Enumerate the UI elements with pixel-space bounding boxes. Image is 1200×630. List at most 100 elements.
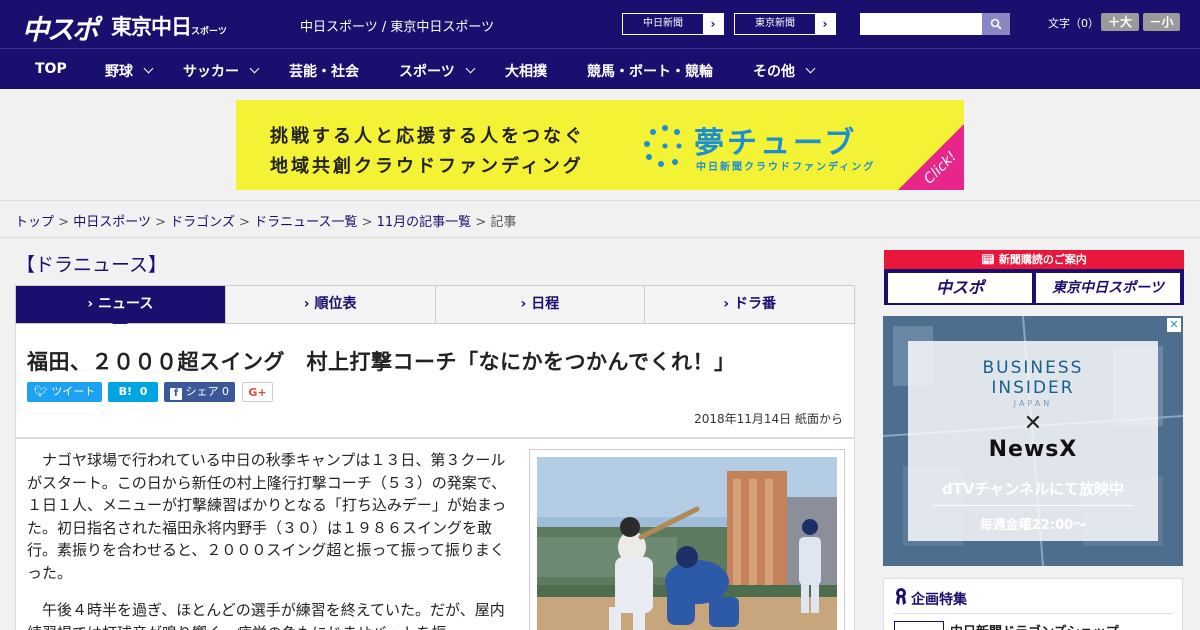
chuspo-logo[interactable]: 中スポ	[22, 8, 99, 47]
breadcrumb-sep: >	[475, 215, 487, 230]
article-paragraph-2: 午後４時半を過ぎ、ほとんどの選手が練習を終えていた。だが、屋内練習場では打球音が…	[27, 601, 505, 630]
main-nav: TOP 野球 サッカー 芸能・社会 スポーツ 大相撲 競馬・ボート・競輪 その他	[0, 48, 1200, 89]
dots-logo-icon	[644, 125, 682, 167]
nav-baseball[interactable]: 野球	[105, 61, 154, 81]
breadcrumb-dragons[interactable]: ドラゴンズ	[170, 215, 235, 230]
tab-standings[interactable]: › 順位表	[226, 286, 436, 323]
facebook-share-button[interactable]: f シェア 0	[164, 382, 235, 402]
chevron-down-icon	[465, 63, 476, 74]
font-size-label: 文字（0）	[1048, 17, 1099, 30]
tokyo-logo-text: 東京中日	[111, 15, 192, 39]
feature-box: 企画特集 中日新聞ドラゴンズショップ	[883, 578, 1183, 630]
tokyo-shimbun-link[interactable]: 東京新聞 ›	[734, 13, 836, 35]
ad-close-icon[interactable]: ✕	[1167, 318, 1181, 332]
ad-bi-line1: BUSINESS	[982, 358, 1084, 378]
subscription-box: 📰︎ 新聞購読のご案内 中スポ 東京中日スポーツ	[884, 250, 1184, 305]
search-icon	[990, 18, 1002, 30]
ad-schedule: 毎週金曜22:00〜	[979, 518, 1087, 533]
crowdfunding-banner[interactable]: 挑戦する人と応援する人をつなぐ 地域共創クラウドファンディング 夢チューブ 中日…	[236, 100, 964, 190]
breadcrumb-top[interactable]: トップ	[15, 215, 54, 230]
chevron-down-icon	[143, 63, 154, 74]
article-headline: 福田、２０００超スイング 村上打撃コーチ「なにかをつかんでくれ！」	[27, 350, 736, 374]
ad-cross-icon: ✕	[1023, 411, 1043, 436]
subscribe-chuspo-button[interactable]: 中スポ	[888, 273, 1032, 303]
breadcrumb-bar: トップ > 中日スポーツ > ドラゴンズ > ドラニュース一覧 > 11月の記事…	[0, 200, 1200, 238]
nav-entertainment[interactable]: 芸能・社会	[289, 61, 359, 81]
ad-bi-japan: JAPAN	[1013, 399, 1053, 408]
tab-standings-label: 順位表	[314, 296, 357, 312]
article-photo[interactable]	[529, 449, 845, 630]
search-button[interactable]	[982, 13, 1010, 35]
chevron-down-icon	[805, 63, 816, 74]
tab-dora-ban-label: ドラ番	[733, 296, 776, 312]
breadcrumb: トップ > 中日スポーツ > ドラゴンズ > ドラニュース一覧 > 11月の記事…	[15, 211, 516, 230]
breadcrumb-chunichi-sports[interactable]: 中日スポーツ	[73, 215, 151, 230]
feature-title: 企画特集	[911, 592, 967, 608]
dragons-shop-thumbnail[interactable]	[894, 621, 944, 630]
tab-schedule-label: 日程	[531, 296, 560, 312]
chevron-right-icon: ›	[710, 17, 716, 31]
tweet-label: ツイート	[51, 385, 96, 398]
hatena-icon: B!	[118, 385, 133, 398]
nav-sports-label: スポーツ	[399, 64, 455, 80]
facebook-icon: f	[170, 388, 182, 400]
nav-top-label: TOP	[35, 61, 67, 77]
article-date: 2018年11月14日 紙面から	[694, 412, 843, 426]
dragons-tabs: › ニュース › 順位表 › 日程 › ドラ番	[15, 285, 855, 331]
nav-other[interactable]: その他	[753, 61, 816, 81]
breadcrumb-current: 記事	[490, 215, 517, 230]
subscription-header-label: 新聞購読のご案内	[998, 253, 1087, 266]
batting-practice-photo	[537, 457, 837, 630]
nav-sumo[interactable]: 大相撲	[505, 61, 547, 81]
tab-schedule[interactable]: › 日程	[436, 286, 646, 323]
breadcrumb-november-list[interactable]: 11月の記事一覧	[377, 215, 472, 230]
feature-item-dragons-shop[interactable]: 中日新聞ドラゴンズショップ	[950, 621, 1119, 630]
tab-news[interactable]: › ニュース	[16, 286, 226, 331]
banner-brand-sub: 中日新聞クラウドファンディング	[696, 162, 876, 173]
tweet-button[interactable]: 🐦︎ ツイート	[27, 382, 102, 402]
facebook-label: シェア	[185, 385, 219, 398]
chunichi-shimbun-link[interactable]: 中日新聞 ›	[622, 13, 724, 35]
hatena-count: 0	[139, 385, 148, 398]
nav-baseball-label: 野球	[105, 64, 133, 80]
font-larger-button[interactable]: ＋大	[1101, 13, 1139, 31]
twitter-icon: 🐦︎	[33, 385, 52, 398]
breadcrumb-sep: >	[58, 215, 70, 230]
ad-overlay-box: BUSINESS INSIDER JAPAN ✕ NewsX	[908, 341, 1158, 541]
nav-soccer[interactable]: サッカー	[183, 61, 260, 81]
feature-divider	[894, 613, 1172, 614]
facebook-count: 0	[222, 385, 229, 398]
nav-sumo-label: 大相撲	[505, 64, 547, 80]
tab-news-label: ニュース	[98, 296, 154, 312]
site-name: 中日スポーツ / 東京中日スポーツ	[300, 20, 495, 35]
top-header: 中スポ 東京中日スポーツ 中日スポーツ / 東京中日スポーツ 中日新聞 › 東京…	[0, 0, 1200, 48]
subscription-header: 📰︎ 新聞購読のご案内	[884, 250, 1184, 269]
nav-soccer-label: サッカー	[183, 64, 239, 80]
tab-dora-ban[interactable]: › ドラ番	[645, 286, 854, 323]
nav-racing[interactable]: 競馬・ボート・競輪	[587, 61, 713, 81]
font-smaller-button[interactable]: －小	[1143, 13, 1180, 31]
nav-other-label: その他	[753, 64, 795, 80]
nav-sports[interactable]: スポーツ	[399, 61, 476, 81]
hatena-bookmark-button[interactable]: B! 0	[108, 382, 158, 402]
breadcrumb-sep: >	[239, 215, 250, 230]
tokyo-logo-small: スポーツ	[191, 27, 227, 37]
google-plus-button[interactable]: G+	[242, 382, 273, 402]
nav-entertainment-label: 芸能・社会	[289, 64, 359, 80]
business-insider-ad[interactable]: ✕ BUSINESS INSIDER JAPAN ✕ NewsX dTVチャンネ…	[883, 316, 1183, 566]
chevron-right-icon: ›	[303, 296, 315, 312]
tokyo-chunichi-logo[interactable]: 東京中日スポーツ	[111, 11, 227, 41]
chevron-right-icon: ›	[822, 17, 828, 31]
ad-dtv-channel: dTVチャンネルにて放映中	[941, 480, 1125, 498]
breadcrumb-dra-news-list[interactable]: ドラニュース一覧	[254, 215, 357, 230]
ad-divider	[933, 505, 1133, 506]
nav-top[interactable]: TOP	[35, 61, 67, 77]
article-body: ナゴヤ球場で行われている中日の秋季キャンプは１３日、第３クールがスタート。この日…	[15, 438, 855, 630]
subscribe-tokyo-chunichi-button[interactable]: 東京中日スポーツ	[1036, 273, 1180, 303]
ribbon-icon	[896, 588, 906, 605]
nav-racing-label: 競馬・ボート・競輪	[587, 64, 713, 80]
banner-brand: 夢チューブ	[694, 126, 858, 161]
banner-line1: 挑戦する人と応援する人をつなぐ	[270, 126, 585, 147]
chevron-right-icon: ›	[87, 296, 99, 312]
section-title: 【ドラニュース】	[16, 254, 168, 276]
